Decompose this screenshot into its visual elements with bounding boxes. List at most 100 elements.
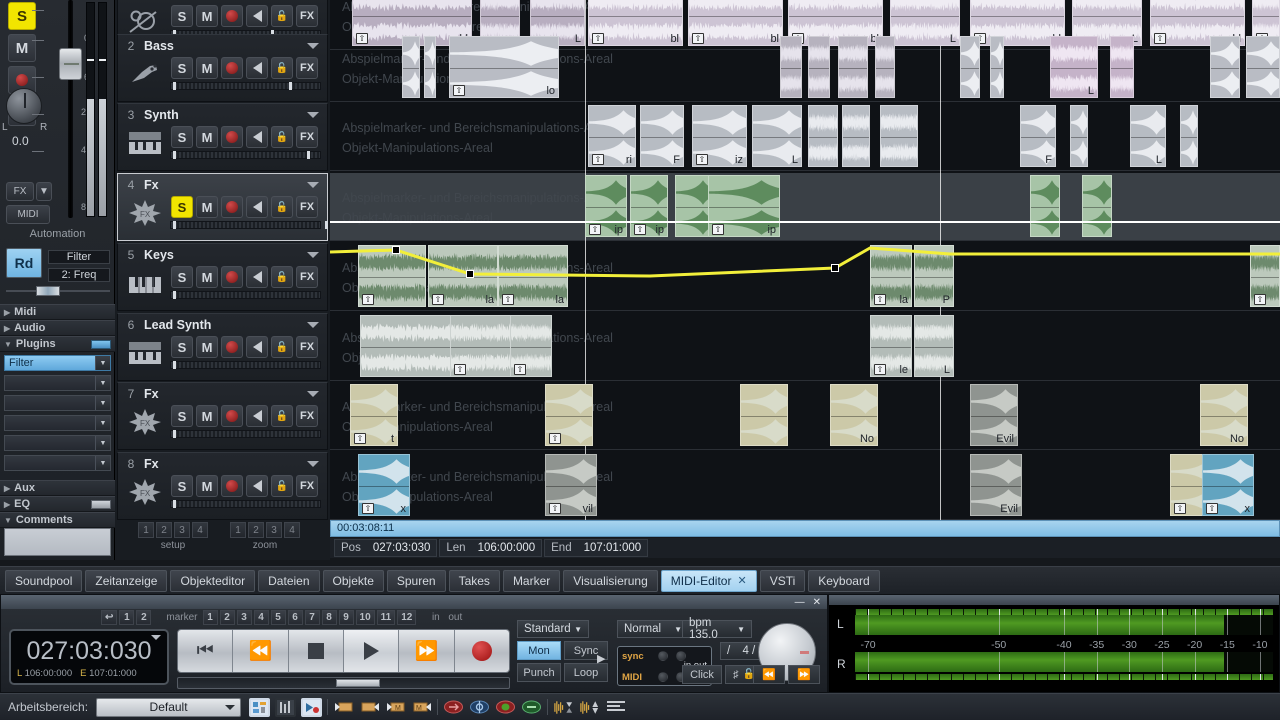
track-record-button[interactable]	[221, 126, 243, 148]
tab-keyboard[interactable]: Keyboard	[808, 570, 879, 592]
track-volume-bar[interactable]	[170, 361, 321, 369]
track-header-6[interactable]: 6 Lead Synth S M 🔓 FX	[117, 313, 328, 381]
track-solo-button[interactable]: S	[171, 57, 193, 79]
track-lock-button[interactable]: 🔓	[271, 57, 293, 79]
audio-clip[interactable]: ⇧ vil	[545, 454, 597, 516]
chevron-down-icon[interactable]: ▼	[95, 416, 110, 430]
clip-lock-icon[interactable]: ⇧	[502, 294, 514, 305]
zoom-preset-4[interactable]: 4	[284, 522, 300, 538]
quantize-mode-select[interactable]: Normal ▼	[617, 620, 689, 638]
audio-clip[interactable]	[838, 36, 868, 98]
clip-lock-icon[interactable]: ⇧	[549, 433, 561, 444]
track-mute-button[interactable]: M	[196, 57, 218, 79]
transport-mode-select[interactable]: Standard ▼	[517, 620, 589, 638]
audio-clip[interactable]	[1070, 105, 1088, 167]
tab-objekte[interactable]: Objekte	[323, 570, 384, 592]
track-monitor-button[interactable]	[246, 336, 268, 358]
marker-button-3[interactable]: 3	[237, 610, 252, 625]
track-volume-bar[interactable]	[170, 430, 321, 438]
automation-read-button[interactable]: Rd	[6, 248, 42, 278]
audio-clip[interactable]: L	[752, 105, 802, 167]
audio-clip[interactable]	[1082, 175, 1112, 237]
track-record-button[interactable]	[221, 336, 243, 358]
tab-dateien[interactable]: Dateien	[258, 570, 319, 592]
audio-clip[interactable]: ⇧ ip	[630, 175, 668, 237]
workspace-select[interactable]: Default	[96, 698, 241, 717]
close-icon[interactable]: ✕	[813, 597, 821, 608]
track-expand-icon[interactable]	[307, 112, 319, 118]
audio-clip[interactable]: ⇧ la	[870, 245, 912, 307]
track-solo-button[interactable]: S	[171, 405, 193, 427]
audio-clip[interactable]: ⇧ iz	[692, 105, 747, 167]
strip-mute-button[interactable]: M	[8, 34, 36, 62]
track-fx-button[interactable]: FX	[296, 266, 318, 288]
track-lock-button[interactable]: 🔓	[271, 126, 293, 148]
track-lock-button[interactable]: 🔓	[271, 196, 293, 218]
play-button[interactable]	[344, 630, 399, 672]
strip-solo-button[interactable]: S	[8, 2, 36, 30]
minimize-icon[interactable]: —	[795, 597, 805, 608]
audio-clip[interactable]	[875, 36, 895, 98]
track-header-4[interactable]: 4 Fx FX S M 🔓 FX	[117, 173, 328, 241]
marker-button-1[interactable]: 1	[203, 610, 218, 625]
eq-led-icon[interactable]	[91, 500, 111, 509]
clip-lock-icon[interactable]: ⇧	[712, 224, 724, 235]
click-button[interactable]: Click	[682, 665, 722, 684]
audio-clip[interactable]: ⇧ la	[428, 245, 498, 307]
jog-rewind-button[interactable]: ⏪	[753, 665, 785, 684]
track-header-7[interactable]: 7 Fx FX S M 🔓 FX	[117, 382, 328, 450]
chevron-down-icon[interactable]: ▼	[95, 356, 110, 370]
marker-in-button[interactable]: in	[428, 610, 443, 625]
track-record-button[interactable]	[221, 57, 243, 79]
audio-clip[interactable]: ⇧ bl	[788, 0, 883, 46]
track-header-8[interactable]: 8 Fx FX S M 🔓 FX	[117, 452, 328, 520]
clip-lock-icon[interactable]: ⇧	[874, 364, 886, 375]
clip-lock-icon[interactable]: ⇧	[362, 294, 374, 305]
chevron-down-icon[interactable]: ▼	[95, 456, 110, 470]
track-solo-button[interactable]: S	[171, 475, 193, 497]
audio-clip[interactable]: No	[1200, 384, 1248, 446]
track-fx-button[interactable]: FX	[296, 405, 318, 427]
transport-timecode-display[interactable]: 027:03:030 L 106:00:000 E 107:01:000	[9, 629, 169, 685]
clip-lock-icon[interactable]: ⇧	[589, 224, 601, 235]
chevron-down-icon[interactable]: ▼	[95, 376, 110, 390]
comments-textarea[interactable]	[4, 528, 111, 556]
tab-midi-editor[interactable]: MIDI-Editor ✕	[661, 570, 757, 592]
clip-lock-icon[interactable]: ⇧	[454, 364, 466, 375]
audio-clip[interactable]: Evil	[970, 384, 1018, 446]
clip-lock-icon[interactable]: ⇧	[874, 294, 886, 305]
marker-label[interactable]: marker	[163, 610, 200, 625]
zoom-preset-3[interactable]: 3	[266, 522, 282, 538]
record-button[interactable]	[455, 630, 509, 672]
waveform-down-icon[interactable]	[579, 698, 600, 717]
marker-button-5[interactable]: 5	[271, 610, 286, 625]
automation-node[interactable]	[831, 264, 839, 272]
track-fx-button[interactable]: FX	[296, 475, 318, 497]
transport-scrollbar[interactable]	[177, 677, 510, 689]
section-audio[interactable]: ▶ Audio	[0, 320, 115, 336]
pos-field[interactable]: Pos 027:03:030	[334, 539, 437, 557]
midi-in-led[interactable]	[658, 672, 668, 682]
record-object-icon[interactable]	[495, 698, 516, 717]
marker-button-6[interactable]: 6	[288, 610, 303, 625]
audio-clip[interactable]: ⇧ bl	[688, 0, 783, 46]
expand-panel-icon[interactable]: ▶	[597, 652, 605, 665]
plugin-slot-1[interactable]: Filter ▼	[4, 355, 111, 371]
track-solo-button[interactable]: S	[171, 196, 193, 218]
track-mute-button[interactable]: M	[196, 196, 218, 218]
section-aux[interactable]: ▶ Aux	[0, 480, 115, 496]
audio-clip[interactable]	[880, 105, 918, 167]
audio-clip[interactable]: ⇧ x	[1202, 454, 1254, 516]
undo-marker-button[interactable]: ↩	[101, 610, 117, 625]
tab-visualisierung[interactable]: Visualisierung	[563, 570, 658, 592]
zoom-preset-2[interactable]: 2	[248, 522, 264, 538]
tab-soundpool[interactable]: Soundpool	[5, 570, 82, 592]
track-expand-icon[interactable]	[307, 391, 319, 397]
setup-preset-3[interactable]: 3	[174, 522, 190, 538]
track-volume-bar[interactable]	[170, 151, 321, 159]
loop-button[interactable]: Loop	[564, 663, 608, 682]
clip-lock-icon[interactable]: ⇧	[1254, 294, 1266, 305]
tab-spuren[interactable]: Spuren	[387, 570, 446, 592]
track-expand-icon[interactable]	[307, 461, 319, 467]
end-field[interactable]: End 107:01:000	[544, 539, 648, 557]
